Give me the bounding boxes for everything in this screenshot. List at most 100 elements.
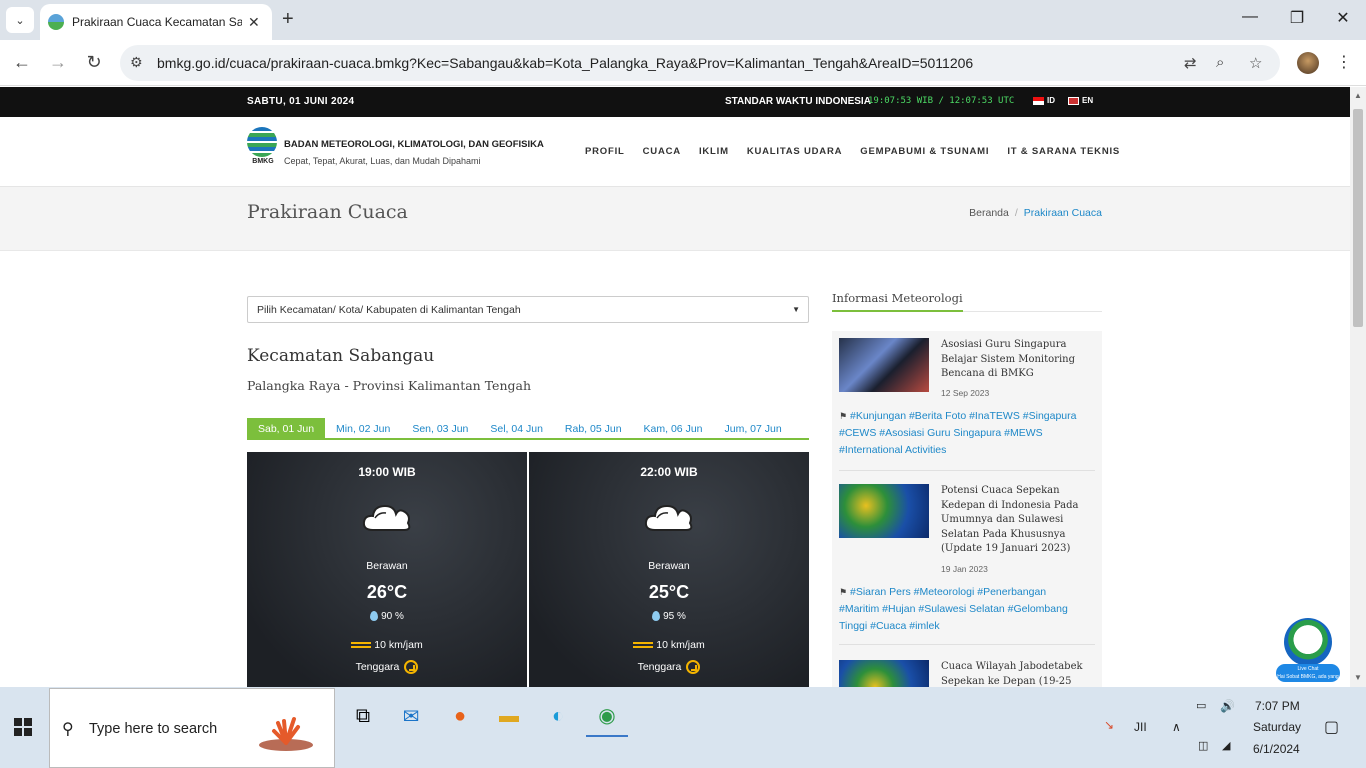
bookmark-star-icon[interactable]: ☆	[1249, 54, 1262, 72]
notification-icon[interactable]: ▢	[1324, 717, 1339, 737]
device-icon[interactable]: ◫	[1198, 739, 1208, 752]
restore-icon[interactable]: ❐	[1282, 8, 1312, 28]
chrome-app-icon[interactable]: ◉	[586, 695, 628, 737]
search-highlight-art-icon	[259, 717, 313, 751]
taskbar-search[interactable]: ⚲ Type here to search	[49, 688, 335, 768]
news-title[interactable]: Cuaca Wilayah Jabodetabek Sepekan ke Dep…	[941, 660, 1091, 687]
window-close-icon[interactable]: ✕	[1328, 8, 1358, 28]
bmkg-favicon-icon	[48, 14, 64, 30]
breadcrumb: Beranda / Prakiraan Cuaca	[969, 207, 1102, 219]
clock-day[interactable]: Saturday	[1253, 720, 1301, 734]
news-thumbnail[interactable]	[839, 660, 929, 687]
search-icon: ⚲	[62, 721, 74, 738]
weather-widget-icon[interactable]: ↘	[1104, 718, 1114, 732]
nav-kualitas-udara[interactable]: KUALITAS UDARA	[747, 146, 842, 157]
nav-profil[interactable]: PROFIL	[585, 146, 625, 157]
org-tagline: Cepat, Tepat, Akurat, Luas, dan Mudah Di…	[284, 156, 481, 166]
clock-time[interactable]: 7:07 PM	[1255, 699, 1300, 713]
wifi-icon[interactable]: ◢	[1222, 739, 1230, 752]
tag-icon: ⚑	[839, 587, 848, 597]
news-thumbnail[interactable]	[839, 484, 929, 538]
new-tab-button[interactable]: +	[282, 8, 294, 31]
lang-id-link[interactable]: ID	[1033, 96, 1055, 105]
minimize-icon[interactable]: —	[1235, 8, 1265, 26]
wind-direction-icon	[404, 660, 419, 674]
edge-app-icon[interactable]: ◐	[537, 695, 579, 737]
tab-day-7[interactable]: Jum, 07 Jun	[714, 418, 793, 438]
browser-menu-icon[interactable]: ⋮	[1336, 52, 1352, 72]
forecast-wind-direction: Tenggara	[247, 660, 527, 674]
news-tags[interactable]: ⚑ #Kunjungan #Berita Foto #InaTEWS #Sing…	[839, 408, 1089, 459]
forward-arrow-icon[interactable]: →	[46, 52, 70, 73]
file-explorer-app-icon[interactable]: ▬	[488, 695, 530, 737]
site-info-icon[interactable]: ⚙	[130, 54, 143, 71]
tab-day-4[interactable]: Sel, 04 Jun	[479, 418, 554, 438]
divider	[839, 644, 1095, 645]
firefox-app-icon[interactable]: ●	[439, 695, 481, 737]
kecamatan-subtitle: Palangka Raya - Provinsi Kalimantan Teng…	[247, 378, 532, 393]
page-title: Prakiraan Cuaca	[247, 201, 408, 223]
caret-down-icon: ▼	[792, 305, 800, 314]
tab-title: Prakiraan Cuaca Kecamatan Sabangau	[72, 15, 242, 29]
tab-search-button[interactable]: ⌄	[6, 7, 34, 33]
tab-day-2[interactable]: Min, 02 Jun	[325, 418, 401, 438]
task-view-icon[interactable]: ⧉	[342, 695, 384, 737]
news-date: 19 Jan 2023	[941, 564, 988, 574]
translate-icon[interactable]: ⇄	[1184, 54, 1197, 72]
nav-cuaca[interactable]: CUACA	[643, 146, 681, 157]
news-date: 12 Sep 2023	[941, 388, 990, 398]
web-page: SABTU, 01 JUNI 2024 STANDAR WAKTU INDONE…	[0, 87, 1350, 687]
news-tags[interactable]: ⚑ #Siaran Pers #Meteorologi #Penerbangan…	[839, 584, 1089, 635]
wind-icon	[351, 642, 372, 649]
cloudy-icon	[644, 504, 693, 531]
input-method-icon[interactable]: ▭	[1196, 699, 1206, 712]
region-select[interactable]: Pilih Kecamatan/ Kota/ Kabupaten di Kali…	[247, 296, 809, 323]
tray-overflow-icon[interactable]: ∧	[1172, 720, 1181, 734]
zoom-icon[interactable]: ⌕	[1216, 54, 1224, 71]
news-thumbnail[interactable]	[839, 338, 929, 392]
bmkg-logo-icon	[247, 127, 277, 157]
back-arrow-icon[interactable]: ←	[10, 52, 34, 73]
url-text[interactable]: bmkg.go.id/cuaca/prakiraan-cuaca.bmkg?Ke…	[157, 55, 973, 71]
top-info-bar: SABTU, 01 JUNI 2024 STANDAR WAKTU INDONE…	[0, 87, 1350, 117]
bmkg-logo[interactable]: BMKG	[247, 127, 279, 167]
forecast-condition: Berawan	[366, 560, 408, 572]
profile-avatar[interactable]	[1297, 52, 1319, 74]
forecast-temperature: 25°C	[648, 582, 690, 602]
scroll-down-icon[interactable]: ▼	[1354, 673, 1362, 682]
humidity-drop-icon	[370, 611, 379, 622]
news-title[interactable]: Potensi Cuaca Sepekan Kedepan di Indones…	[941, 484, 1091, 557]
browser-tab-bar: ⌄ Prakiraan Cuaca Kecamatan Sabangau ✕ +…	[0, 0, 1366, 40]
site-header: BMKG BADAN METEOROLOGI, KLIMATOLOGI, DAN…	[0, 117, 1350, 187]
tab-day-6[interactable]: Kam, 06 Jun	[633, 418, 714, 438]
wind-icon	[633, 642, 654, 649]
nav-gempabumi[interactable]: GEMPABUMI & TSUNAMI	[860, 146, 989, 157]
news-title[interactable]: Asosiasi Guru Singapura Belajar Sistem M…	[941, 338, 1091, 382]
volume-icon[interactable]: 🔊	[1220, 699, 1235, 713]
clock-date[interactable]: 6/1/2024	[1253, 742, 1300, 756]
reload-icon[interactable]: ↻	[82, 52, 106, 73]
breadcrumb-home[interactable]: Beranda	[969, 207, 1009, 219]
nav-iklim[interactable]: IKLIM	[699, 146, 729, 157]
windows-start-icon[interactable]	[14, 718, 32, 736]
nav-it-sarana[interactable]: IT & SARANA TEKNIS	[1007, 146, 1120, 157]
tab-close-icon[interactable]: ✕	[248, 14, 260, 31]
forecast-card: 19:00 WIB Berawan 26°C 90 % 10 km/jam Te…	[247, 452, 527, 687]
day-tabs: Sab, 01 Jun Min, 02 Jun Sen, 03 Jun Sel,…	[247, 418, 809, 440]
address-bar[interactable]: ⚙ bmkg.go.id/cuaca/prakiraan-cuaca.bmkg?…	[120, 45, 1280, 81]
lang-en-link[interactable]: EN	[1068, 96, 1093, 105]
scroll-up-icon[interactable]: ▲	[1354, 91, 1362, 100]
tab-day-1[interactable]: Sab, 01 Jun	[247, 418, 326, 438]
tab-day-3[interactable]: Sen, 03 Jun	[401, 418, 479, 438]
browser-tab[interactable]: Prakiraan Cuaca Kecamatan Sabangau ✕	[40, 4, 272, 40]
page-scrollbar[interactable]: ▲ ▼	[1350, 87, 1366, 687]
org-name: BADAN METEOROLOGI, KLIMATOLOGI, DAN GEOF…	[284, 139, 544, 150]
breadcrumb-current: Prakiraan Cuaca	[1023, 207, 1102, 219]
live-chat-widget[interactable]: Live Chat Hai Sobat BMKG, ada yang bisa k…	[1276, 618, 1340, 687]
tab-day-5[interactable]: Rab, 05 Jun	[554, 418, 633, 438]
divider	[839, 470, 1095, 471]
scrollbar-thumb[interactable]	[1353, 109, 1363, 327]
weather-widget-text[interactable]: JII	[1134, 720, 1147, 734]
forecast-temperature: 26°C	[366, 582, 408, 602]
mail-app-icon[interactable]: ✉	[390, 695, 432, 737]
